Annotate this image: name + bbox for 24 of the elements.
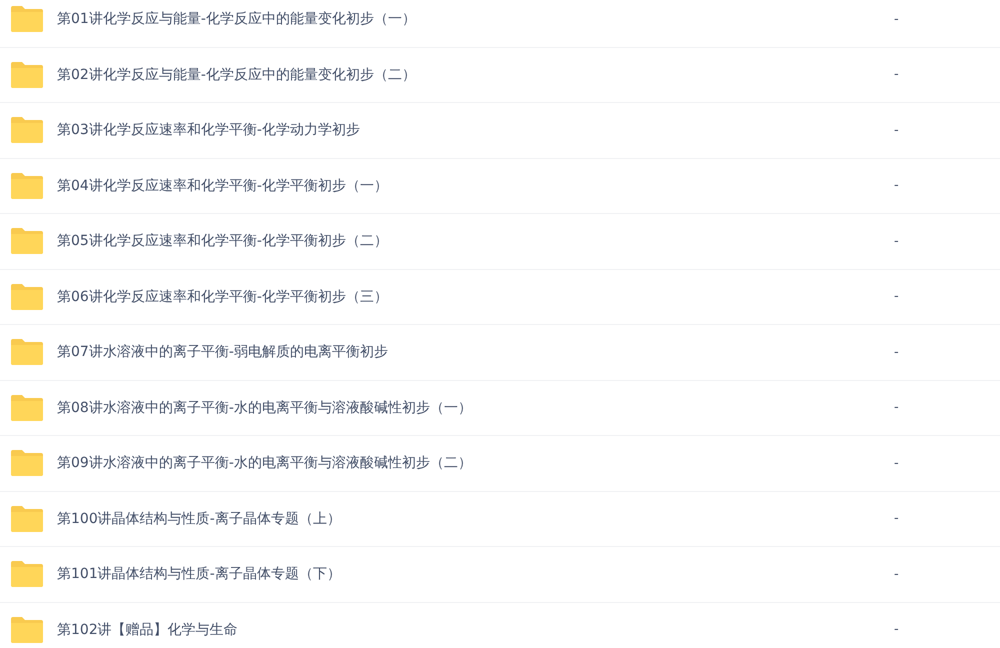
size-cell-text: - [894,344,900,360]
folder-name[interactable]: 第03讲化学反应速率和化学平衡-化学动力学初步 [57,121,360,140]
size-cell-text: - [894,122,900,138]
folder-name[interactable]: 第08讲水溶液中的离子平衡-水的电离平衡与溶液酸碱性初步（一） [57,398,472,417]
size-cell-text: - [894,566,900,582]
size-cell-text: - [894,400,900,416]
folder-name[interactable]: 第06讲化学反应速率和化学平衡-化学平衡初步（三） [57,288,388,306]
folder-name[interactable]: 第100讲晶体结构与性质-离子晶体专题（上） [57,510,341,528]
size-cell-text: - [894,178,900,194]
folder-name[interactable]: 第09讲水溶液中的离子平衡-水的电离平衡与溶液酸碱性初步（二） [57,454,472,472]
folder-name[interactable]: 第02讲化学反应与能量-化学反应中的能量变化初步（二） [57,66,416,84]
size-cell-text: - [894,234,900,249]
folder-name[interactable]: 第01讲化学反应与能量-化学反应中的能量变化初步（一） [57,10,416,28]
folder-name[interactable]: 第04讲化学反应速率和化学平衡-化学平衡初步（一） [57,176,388,195]
size-cell-text: - [894,67,900,82]
size-cell-text: - [894,511,900,526]
size-cell-text: - [894,289,900,304]
size-cell-text: - [894,12,900,27]
folder-name[interactable]: 第102讲【赠品】化学与生命 [57,620,238,639]
folder-name[interactable]: 第07讲水溶液中的离子平衡-弱电解质的电离平衡初步 [57,343,388,362]
size-cell-text: - [894,456,900,471]
folder-name[interactable]: 第101讲晶体结构与性质-离子晶体专题（下） [57,565,341,584]
size-cell-text: - [894,622,900,638]
folder-name[interactable]: 第05讲化学反应速率和化学平衡-化学平衡初步（二） [57,232,388,250]
